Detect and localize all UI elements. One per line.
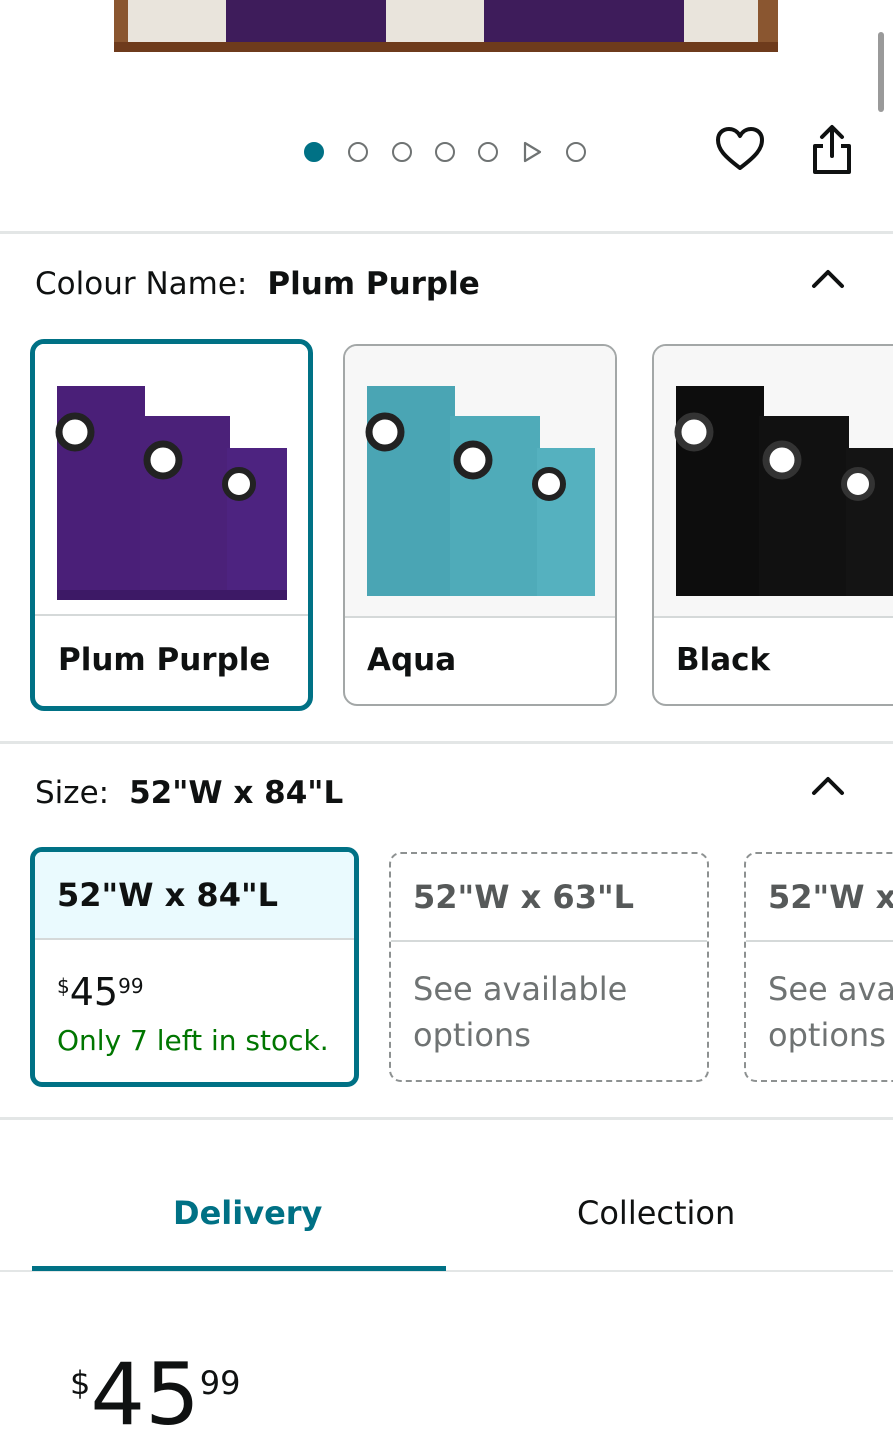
share-icon[interactable] [806, 124, 858, 176]
carousel-dot-1[interactable] [304, 142, 324, 162]
carousel-dot-2[interactable] [348, 142, 368, 162]
availability-line: options [413, 1016, 531, 1054]
availability-text: See available options [413, 966, 627, 1058]
size-option-header: 52"W x 63"L [391, 854, 707, 942]
page-scrollbar[interactable] [878, 32, 884, 112]
carousel-dot-5[interactable] [478, 142, 498, 162]
swatch-image [654, 346, 893, 618]
colour-swatch-aqua[interactable]: Aqua [343, 344, 617, 706]
size-option-name: 52"W x 84"L [57, 876, 279, 914]
size-option-name: 52"W x 63"L [413, 878, 635, 916]
swatch-label: Black [676, 642, 771, 678]
swatch-label: Plum Purple [58, 642, 271, 678]
video-play-icon[interactable] [521, 141, 543, 163]
section-divider [0, 741, 893, 744]
size-option-header: 52"W x 9 [746, 854, 893, 942]
tab-delivery[interactable]: Delivery [173, 1194, 322, 1232]
image-carousel-indicator[interactable] [304, 140, 594, 164]
stock-status: Only 7 left in stock. [57, 1024, 329, 1057]
colour-name-row: Colour Name: Plum Purple [35, 266, 480, 302]
swatch-image [345, 346, 615, 618]
availability-line: See avai [768, 970, 893, 1008]
price-whole: 45 [90, 1345, 200, 1440]
size-row: Size: 52"W x 84"L [35, 775, 343, 811]
curtain-swatch-image [674, 386, 893, 596]
section-divider [0, 231, 893, 234]
availability-text: See avai options [768, 966, 893, 1058]
section-divider [0, 1117, 893, 1120]
product-image-curtain-right [484, 0, 684, 44]
curtain-swatch-image [365, 386, 595, 596]
size-value: 52"W x 84"L [129, 775, 344, 811]
product-image[interactable] [114, 0, 778, 52]
availability-line: options [768, 1016, 886, 1054]
size-option-price: $4599 [57, 970, 144, 1014]
size-label: Size: [35, 775, 110, 811]
swatch-label: Aqua [367, 642, 457, 678]
price-fraction: 99 [199, 1364, 241, 1402]
size-option-52x63[interactable]: 52"W x 63"L See available options [389, 852, 709, 1082]
price-fraction: 99 [118, 974, 144, 998]
product-image-curtain-left [226, 0, 386, 44]
heart-icon[interactable] [714, 124, 766, 176]
price-currency: $ [57, 974, 70, 998]
availability-line: See available [413, 970, 628, 1008]
product-price: $4599 [70, 1352, 241, 1438]
active-tab-indicator [32, 1266, 446, 1271]
colour-swatch-black[interactable]: Black [652, 344, 893, 706]
curtain-swatch-image [55, 386, 287, 600]
carousel-dot-4[interactable] [435, 142, 455, 162]
tab-collection[interactable]: Collection [577, 1194, 735, 1232]
colour-name-label: Colour Name: [35, 266, 248, 302]
size-option-header: 52"W x 84"L [35, 852, 354, 940]
chevron-up-icon[interactable] [810, 266, 846, 290]
product-image-floor [114, 42, 778, 52]
size-option-52x84[interactable]: 52"W x 84"L $4599 Only 7 left in stock. [30, 847, 359, 1087]
price-whole: 45 [69, 970, 119, 1014]
swatch-image [35, 344, 308, 616]
carousel-dot-7[interactable] [566, 142, 586, 162]
price-currency: $ [70, 1364, 91, 1402]
chevron-up-icon[interactable] [810, 773, 846, 797]
carousel-dot-3[interactable] [392, 142, 412, 162]
colour-name-value: Plum Purple [267, 266, 480, 302]
colour-swatch-plum-purple[interactable]: Plum Purple [30, 339, 313, 711]
size-option-third[interactable]: 52"W x 9 See avai options [744, 852, 893, 1082]
size-option-name: 52"W x 9 [768, 878, 893, 916]
